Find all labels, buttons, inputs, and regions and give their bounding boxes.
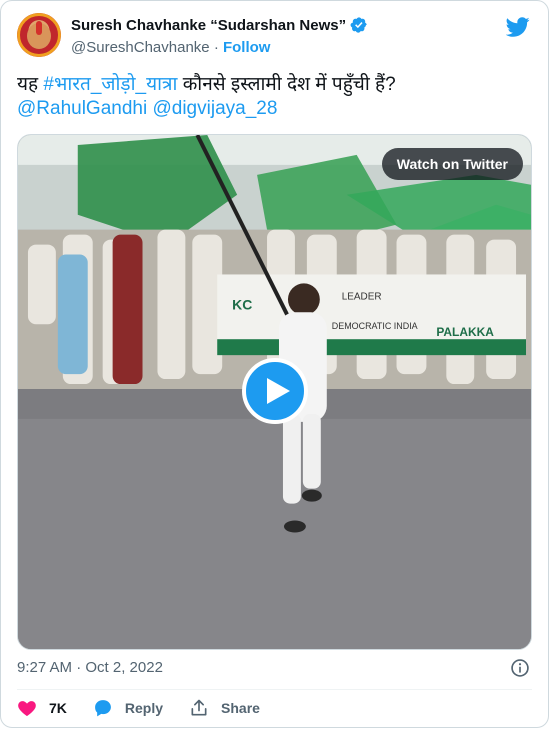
reply-label: Reply: [124, 700, 164, 716]
twitter-bird-icon[interactable]: [506, 15, 530, 39]
play-button[interactable]: [242, 358, 308, 424]
author-handle-row: @SureshChavhanke · Follow: [71, 39, 270, 56]
separator-dot: ·: [213, 39, 219, 56]
svg-text:KC: KC: [232, 296, 252, 312]
like-button[interactable]: 7K: [17, 698, 67, 718]
video-player[interactable]: KC LEADER DEMOCRATIC INDIA PALAKKA Watch…: [17, 134, 532, 650]
tweet-timestamp[interactable]: 9:27 AM · Oct 2, 2022: [17, 659, 163, 676]
svg-text:LEADER: LEADER: [342, 291, 382, 302]
tweet-text-suffix: कौनसे इस्लामी देश में पहुँची हैं?: [177, 74, 396, 95]
hashtag-link[interactable]: #भारत_जोड़ो_यात्रा: [43, 74, 177, 95]
play-icon: [267, 378, 290, 404]
like-count: 7K: [49, 700, 67, 716]
author-handle[interactable]: @SureshChavhanke: [71, 39, 210, 56]
reply-bubble-icon: [94, 700, 111, 717]
share-icon: [191, 699, 207, 716]
share-label: Share: [221, 700, 260, 716]
reply-button[interactable]: Reply: [93, 698, 163, 718]
tweet-text: यह #भारत_जोड़ो_यात्रा कौनसे इस्लामी देश …: [17, 73, 532, 121]
tweet-header: Suresh Chavhanke “Sudarshan News” @Sures…: [17, 13, 532, 57]
author-name-row: Suresh Chavhanke “Sudarshan News”: [71, 16, 368, 34]
author-display-name[interactable]: Suresh Chavhanke “Sudarshan News”: [71, 17, 346, 34]
watch-on-twitter-button[interactable]: Watch on Twitter: [381, 148, 523, 180]
share-button[interactable]: Share: [189, 698, 260, 718]
divider: [17, 689, 532, 690]
verified-badge-icon: [350, 17, 367, 33]
svg-text:DEMOCRATIC INDIA: DEMOCRATIC INDIA: [332, 321, 418, 331]
mention-link-digvijaya[interactable]: @digvijaya_28: [152, 98, 277, 119]
mention-link-rahulgandhi[interactable]: @RahulGandhi: [17, 98, 147, 119]
svg-text:PALAKKA: PALAKKA: [436, 325, 494, 339]
follow-button[interactable]: Follow: [223, 39, 271, 56]
tweet-text-prefix: यह: [17, 74, 44, 95]
heart-icon: [18, 701, 36, 716]
action-bar: 7K Reply Share: [17, 698, 286, 718]
avatar[interactable]: [17, 13, 61, 57]
info-icon[interactable]: [510, 658, 530, 678]
tweet-card: Suresh Chavhanke “Sudarshan News” @Sures…: [0, 0, 549, 728]
